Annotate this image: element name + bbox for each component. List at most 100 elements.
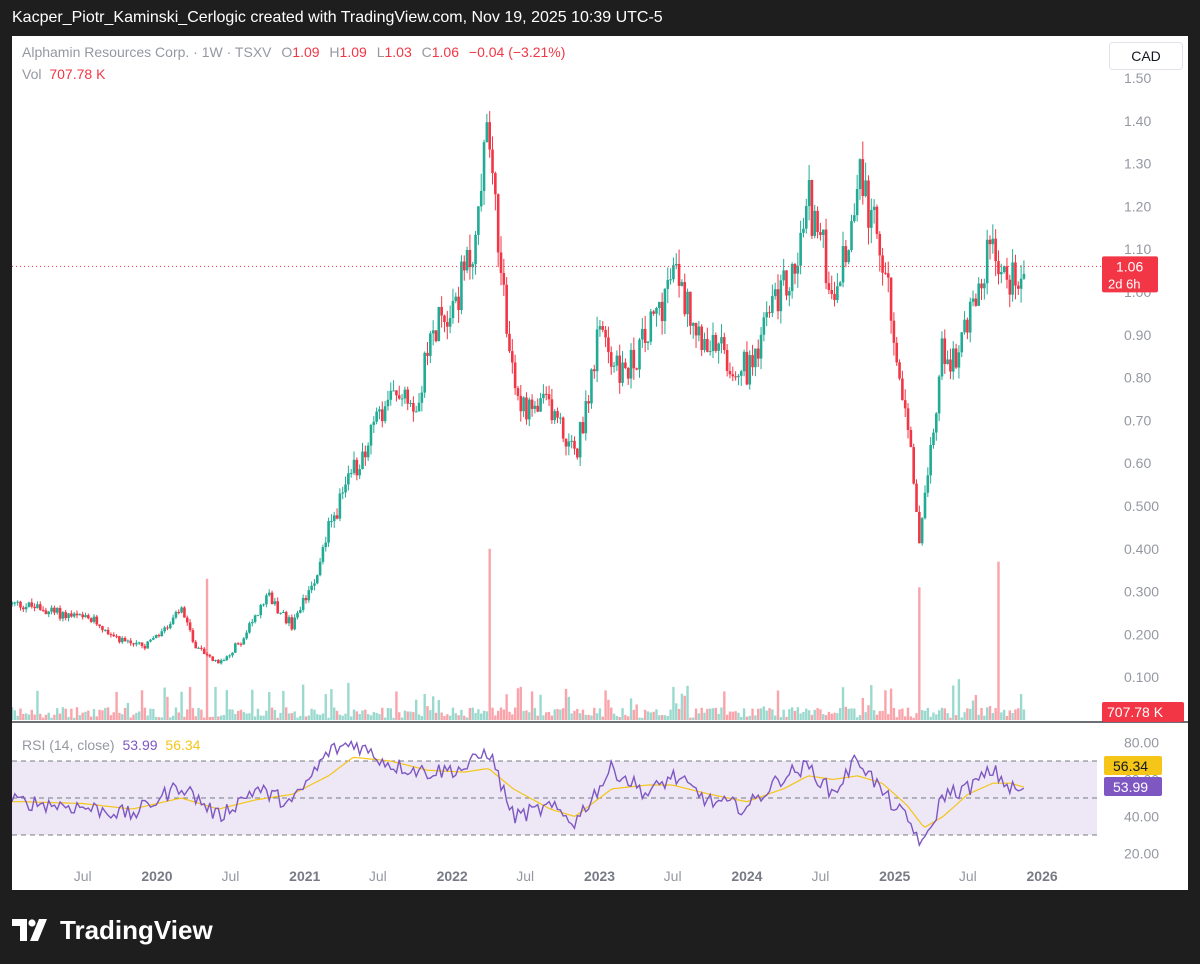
candle-body [728,370,732,375]
volume-bar [205,578,209,720]
volume-bar [488,548,491,720]
volume-bar [612,713,616,720]
candle-body [460,261,463,311]
volume-bar [790,707,794,720]
candle-body [468,249,472,268]
price-badge-value: 1.06 [1116,258,1143,274]
candle-body [47,611,51,615]
volume-bar [341,715,344,720]
volume-bar [482,710,486,720]
volume-bar [838,708,842,720]
volume-bar [708,708,712,720]
time-axis-tick: Jul [516,868,534,884]
volume-bar [508,711,511,720]
candle-body [926,475,930,493]
candle-body [143,645,147,649]
volume-bar [33,714,36,720]
volume-bar [977,714,980,720]
volume-bar [954,715,958,720]
volume-bar [550,715,554,720]
volume-bar [412,712,415,720]
volume-bar [242,712,245,720]
rsi-label[interactable]: RSI (14, close) [22,737,115,753]
time-axis-tick: 2024 [731,868,762,884]
candle-body [194,641,198,649]
volume-bar [191,708,195,720]
volume-bar [714,707,718,720]
volume-bar [703,712,706,720]
close-value: 1.06 [431,44,459,60]
volume-bar [923,710,927,720]
candle-body [349,472,353,474]
volume-bar [652,711,655,720]
volume-bar [27,714,31,720]
volume-bar [946,713,949,720]
candle-body [488,122,491,150]
chart-canvas[interactable]: 0.100 0.200 0.300 0.400 0.500 0.60 0.70 0.80 0.9… [12,36,1188,890]
candle-body [19,601,22,608]
volume-bar [505,694,508,720]
volume-bar [1008,710,1011,720]
volume-bar [157,717,161,720]
brand-name[interactable]: TradingView [60,915,213,946]
volume-bar [545,712,548,720]
candle-body [214,659,217,661]
currency-button[interactable]: CAD [1109,42,1183,70]
candle-body [282,611,285,613]
volume-bar [234,714,237,720]
candle-body [200,647,203,649]
volume-bar [352,709,356,720]
candle-body [50,607,53,612]
candle-body [355,459,359,476]
candle-body [918,512,921,544]
volume-bar [536,715,539,720]
volume-bar [372,712,376,720]
volume-bar [519,686,522,720]
volume-bar [75,707,79,720]
candle-body [38,604,42,610]
candle-body [793,263,797,274]
candle-body [669,279,672,281]
candle-body [400,398,404,400]
price-axis-tick: 0.70 [1124,412,1151,428]
candle-body [197,647,200,649]
candle-body [414,411,418,413]
volume-bar [44,714,48,720]
volume-bar [225,690,229,720]
volume-bar [813,709,816,720]
time-axis-tick: Jul [74,868,92,884]
volume-bar [84,711,87,720]
volume-bar [200,709,203,720]
chart-panel[interactable]: 0.100 0.200 0.300 0.400 0.500 0.60 0.70 0.80 0.9… [12,36,1188,890]
candle-body [708,351,712,353]
candle-body [166,627,169,629]
candle-body [759,334,763,359]
candle-body [315,575,319,584]
candle-body [434,330,438,342]
candle-body [790,263,794,292]
rsi-axis-tick: 20.00 [1124,846,1159,862]
volume-bar [496,710,500,720]
candle-body [135,642,138,645]
volume-bar [415,699,418,720]
time-axis-tick: 2026 [1027,868,1058,884]
candle-body [406,389,410,404]
volume-bar [533,708,537,720]
price-axis-tick: 1.40 [1124,113,1151,129]
candle-body [886,273,890,278]
symbol-title[interactable]: Alphamin Resources Corp. · 1W · TSXV [22,44,272,60]
candle-body [864,180,867,197]
candle-body [437,306,441,342]
volume-bar [118,712,121,720]
candle-body [691,322,695,326]
volume-bar [468,708,472,720]
candle-body [966,319,969,333]
candle-body [847,250,850,263]
volume-bar [222,714,226,720]
volume-bar [607,699,610,720]
volume-label[interactable]: Vol [22,66,41,82]
volume-bar [465,717,469,720]
candle-body [491,149,494,174]
candle-body [443,315,446,323]
candle-body [508,333,511,352]
